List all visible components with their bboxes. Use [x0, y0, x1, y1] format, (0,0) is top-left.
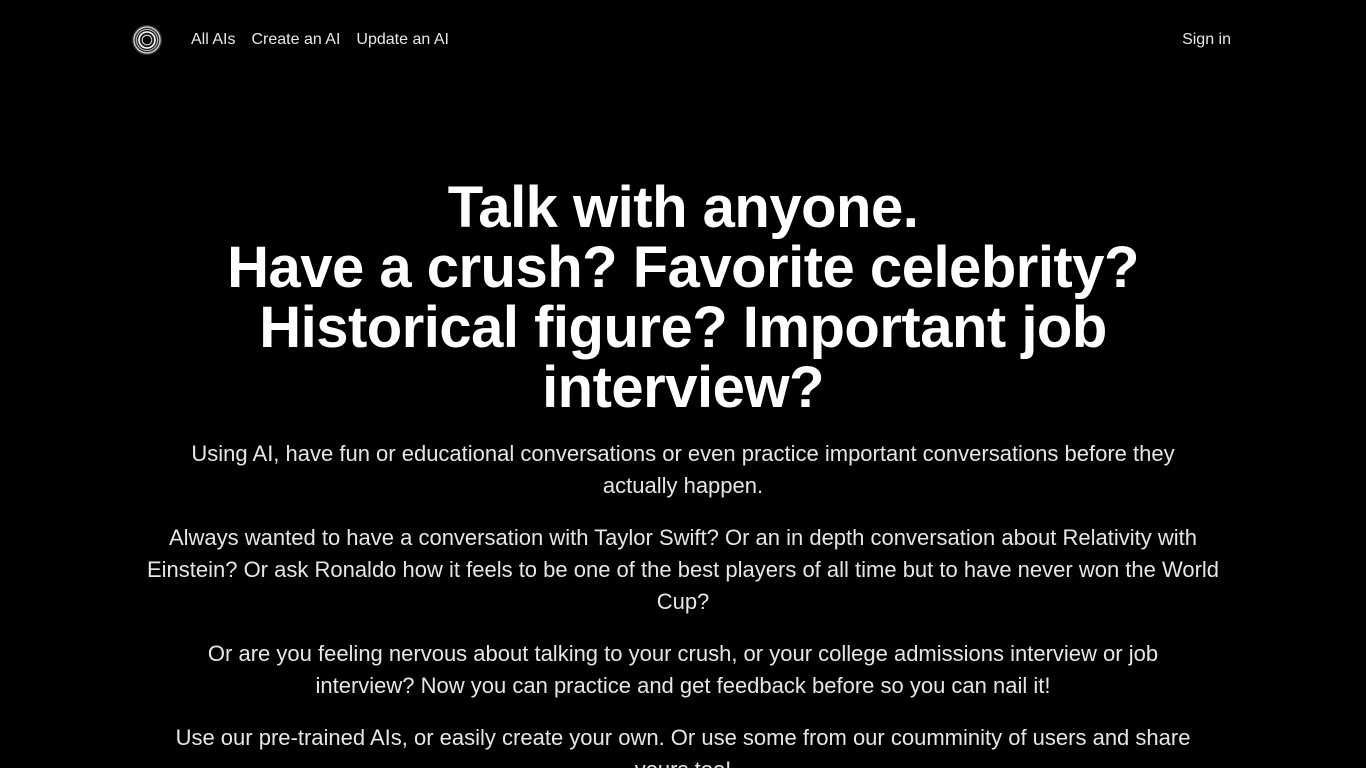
hero-paragraph-create: Use our pre-trained AIs, or easily creat… — [175, 725, 1191, 768]
hero-section: Talk with anyone. Have a crush? Favorite… — [0, 178, 1366, 768]
hero-paragraph-intro: Using AI, have fun or educational conver… — [191, 441, 1175, 498]
hero-title-line: Talk with anyone. — [447, 175, 919, 240]
hero-paragraph-practice: Or are you feeling nervous about talking… — [207, 641, 1159, 698]
concentric-circle-logo-icon[interactable] — [131, 24, 163, 56]
top-navigation: All AIs Create an AI Update an AI Sign i… — [131, 22, 1231, 58]
logo-graphic — [132, 25, 162, 55]
sign-in-link[interactable]: Sign in — [1182, 31, 1231, 49]
hero-paragraph-celebrities: Always wanted to have a conversation wit… — [146, 525, 1220, 614]
nav-link-all-ais[interactable]: All AIs — [191, 31, 235, 49]
hero-title-line: interview? — [542, 355, 824, 420]
nav-links: All AIs Create an AI Update an AI — [191, 31, 465, 49]
hero-title-line: Historical figure? Important job — [259, 295, 1107, 360]
landing-page: All AIs Create an AI Update an AI Sign i… — [0, 0, 1366, 768]
nav-link-create-ai[interactable]: Create an AI — [251, 31, 340, 49]
hero-title-line: Have a crush? Favorite celebrity? — [227, 235, 1139, 300]
nav-link-update-ai[interactable]: Update an AI — [356, 31, 449, 49]
hero-title: Talk with anyone. Have a crush? Favorite… — [183, 178, 1183, 418]
